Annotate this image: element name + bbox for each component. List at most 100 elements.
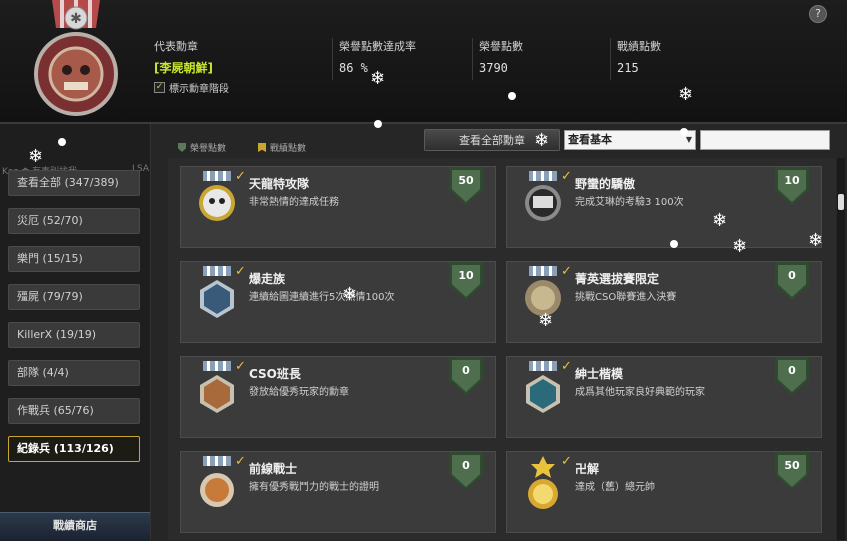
- points-value: 0: [778, 265, 806, 297]
- honor-stat: 榮譽點數 3790: [472, 38, 523, 80]
- representative-label: 代表勳章: [154, 40, 198, 53]
- monitor-medal-icon: [525, 171, 561, 221]
- honor-label: 榮譽點數: [479, 40, 523, 53]
- points-badge: 10: [775, 167, 809, 205]
- legend-record: 戰績點數: [258, 141, 306, 154]
- points-badge: 10: [449, 262, 483, 300]
- medal-card[interactable]: ✓ 爆走族 連續給圖連續進行5次熱情100次 10: [180, 261, 496, 343]
- snowflake-icon: ❄: [370, 68, 386, 89]
- medal-title: 野蠻的驕傲: [575, 177, 636, 191]
- representative-medal-icon: ✱: [34, 0, 118, 116]
- check-icon: ✓: [561, 169, 572, 184]
- show-tier-toggle[interactable]: ✓ 標示勳章階段: [154, 80, 229, 95]
- points-value: 50: [778, 455, 806, 487]
- medal-title: 紳士楷模: [575, 367, 624, 381]
- medal-title: 天龍特攻隊: [249, 177, 310, 191]
- snowflake-icon: ❄: [28, 146, 44, 167]
- snowflake-icon: ❄: [712, 210, 728, 231]
- snowflake-icon: ❄: [538, 310, 554, 331]
- points-badge: 0: [775, 357, 809, 395]
- points-value: 0: [452, 455, 480, 487]
- sidebar-item-killerx[interactable]: KillerX (19/19): [8, 322, 140, 348]
- show-tier-checkbox[interactable]: ✓: [154, 82, 165, 93]
- category-sidebar: Kao ✿ 有事別找我 LSA saiwia 查看全部 (347/389) 災厄…: [0, 124, 151, 540]
- points-badge: 0: [449, 357, 483, 395]
- profile-header: ✱ 代表勳章 [李屍朝鮮] ✓ 標示勳章階段 榮譽點數達成率 86 % 榮譽點數…: [0, 0, 847, 124]
- honor-value: 3790: [479, 61, 508, 75]
- medal-title: 卍解: [575, 462, 600, 476]
- medal-card[interactable]: ✓ CSO班長 發放給優秀玩家的勳章 0: [180, 356, 496, 438]
- points-value: 10: [452, 265, 480, 297]
- record-shop-button[interactable]: 戰績商店: [0, 512, 150, 541]
- medal-card[interactable]: ✓ 菁英選拔賽限定 挑戰CSO聯賽進入決賽 0: [506, 261, 822, 343]
- thumbs-up-medal-icon: [526, 361, 560, 413]
- medal-title: 前線戰士: [249, 462, 298, 476]
- record-label: 戰績點數: [617, 40, 661, 53]
- sidebar-item-disaster[interactable]: 災厄 (52/70): [8, 208, 140, 234]
- sidebar-item-zombie[interactable]: 殭屍 (79/79): [8, 284, 140, 310]
- points-value: 0: [778, 360, 806, 392]
- search-input[interactable]: [700, 130, 830, 150]
- medal-card[interactable]: ✓ 卍解 達成（舊）總元帥 50: [506, 451, 822, 533]
- hand-medal-icon: [200, 361, 234, 413]
- medal-description: 成爲其他玩家良好典範的玩家: [575, 387, 705, 398]
- sidebar-item-all[interactable]: 查看全部 (347/389): [8, 170, 140, 196]
- medal-card[interactable]: ✓ 天龍特攻隊 非常熱情的達成任務 50: [180, 166, 496, 248]
- record-flag-icon: [258, 143, 266, 152]
- points-value: 50: [452, 170, 480, 202]
- medal-card[interactable]: ✓ 野蠻的驕傲 完成艾琳的考驗3 100次 10: [506, 166, 822, 248]
- snow-dot: [680, 128, 688, 136]
- sidebar-item-paradise[interactable]: 樂門 (15/15): [8, 246, 140, 272]
- legend-honor: 榮譽點數: [178, 141, 226, 154]
- snowflake-icon: ❄: [808, 230, 824, 251]
- medal-list: ✓ 天龍特攻隊 非常熱情的達成任務 50 ✓ 野蠻的驕傲 完成艾琳的考驗3 10…: [168, 158, 836, 540]
- show-tier-label: 標示勳章階段: [169, 84, 229, 95]
- representative-value[interactable]: [李屍朝鮮]: [154, 59, 213, 76]
- check-icon: ✓: [235, 454, 246, 469]
- rate-label: 榮譽點數達成率: [339, 40, 416, 53]
- medal-title: CSO班長: [249, 367, 301, 381]
- points-value: 10: [778, 170, 806, 202]
- medal-description: 完成艾琳的考驗3 100次: [575, 197, 684, 208]
- sidebar-item-squad[interactable]: 部隊 (4/4): [8, 360, 140, 386]
- medal-description: 連續給圖連續進行5次熱情100次: [249, 292, 395, 303]
- medal-description: 發放給優秀玩家的勳章: [249, 387, 349, 398]
- svg-text:✱: ✱: [70, 11, 82, 27]
- points-badge: 0: [775, 262, 809, 300]
- medal-description: 達成（舊）總元帥: [575, 482, 655, 493]
- check-icon: ✓: [561, 454, 572, 469]
- record-stat: 戰績點數 215: [610, 38, 661, 80]
- medal-description: 挑戰CSO聯賽進入決賽: [575, 292, 677, 303]
- speed-medal-icon: [200, 266, 234, 318]
- record-value: 215: [617, 61, 639, 75]
- check-icon: ✓: [235, 359, 246, 374]
- skull-medal-icon: [199, 171, 235, 221]
- medal-title: 爆走族: [249, 272, 286, 286]
- view-filter-select[interactable]: 查看基本 ▼: [564, 130, 696, 150]
- points-badge: 50: [449, 167, 483, 205]
- snow-dot: [58, 138, 66, 146]
- snow-dot: [508, 92, 516, 100]
- general-medal-icon: [528, 456, 558, 509]
- snowflake-icon: ❄: [342, 284, 358, 305]
- legend-honor-label: 榮譽點數: [190, 144, 227, 154]
- medal-card[interactable]: ✓ 前線戰士 擁有優秀戰鬥力的戰士的證明 0: [180, 451, 496, 533]
- legend-record-label: 戰績點數: [270, 144, 307, 154]
- medal-description: 非常熱情的達成任務: [249, 197, 339, 208]
- boots-medal-icon: [200, 456, 234, 507]
- snowflake-icon: ❄: [732, 236, 748, 257]
- snowflake-icon: ❄: [534, 130, 550, 151]
- sidebar-item-combat[interactable]: 作戰兵 (65/76): [8, 398, 140, 424]
- representative-medal-stat: 代表勳章 [李屍朝鮮]: [148, 38, 213, 80]
- check-icon: ✓: [235, 169, 246, 184]
- medal-card[interactable]: ✓ 紳士楷模 成爲其他玩家良好典範的玩家 0: [506, 356, 822, 438]
- scrollbar[interactable]: [837, 158, 845, 540]
- help-button[interactable]: ?: [809, 5, 827, 23]
- honor-shield-icon: [178, 143, 186, 152]
- view-filter-value: 查看基本: [568, 133, 612, 146]
- sidebar-item-record[interactable]: 紀錄兵 (113/126): [8, 436, 140, 462]
- points-badge: 0: [449, 452, 483, 490]
- check-icon: ✓: [561, 359, 572, 374]
- scroll-thumb[interactable]: [838, 194, 844, 210]
- points-value: 0: [452, 360, 480, 392]
